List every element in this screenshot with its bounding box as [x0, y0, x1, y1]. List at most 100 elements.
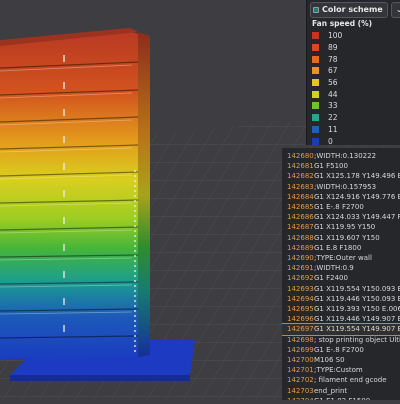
legend-row: 11: [312, 124, 342, 136]
gcode-line-text: ;TYPE:Custom: [314, 366, 363, 375]
gcode-line[interactable]: 142700 M106 S0: [282, 355, 400, 365]
gcode-line-number: 142696: [287, 315, 314, 324]
object-base-side: [10, 375, 190, 381]
legend-title: Color scheme: [322, 5, 383, 14]
gcode-line-text: ;WIDTH:0.157953: [314, 182, 377, 191]
gcode-line[interactable]: 142698; stop printing object Ultimu: [282, 335, 400, 345]
gcode-line[interactable]: 142703 end_print: [282, 386, 400, 396]
gcode-line[interactable]: 142701 ;TYPE:Custom: [282, 365, 400, 375]
gcode-line[interactable]: 142702; filament end gcode: [282, 375, 400, 385]
legend-label: 33: [328, 101, 338, 111]
gcode-line[interactable]: 142691 ;WIDTH:0.9: [282, 263, 400, 273]
gcode-line-number: 142682: [287, 172, 314, 181]
gcode-line-number: 142691: [287, 264, 314, 273]
gcode-line-text: ;WIDTH:0.130222: [314, 152, 377, 160]
gcode-line[interactable]: 142693G1 X119.554 Y150.093 E.00: [282, 284, 400, 294]
gcode-line[interactable]: 142694G1 X119.446 Y150.093 E.00: [282, 294, 400, 304]
legend-swatch: [312, 125, 319, 133]
gcode-line-text: G1 X119.95 Y150: [314, 223, 376, 232]
gcode-line-text: G1 X124.033 Y149.447 F12: [314, 213, 400, 222]
gcode-line-text: ;TYPE:Outer wall: [314, 254, 372, 262]
legend-swatch: [312, 32, 319, 40]
gcode-line-number: 142686: [287, 213, 314, 222]
gcode-line[interactable]: 142695G1 X119.393 Y150 E.00687: [282, 304, 400, 314]
legend-row: 0: [312, 135, 342, 147]
gcode-line[interactable]: 142681 G1 F5100: [282, 161, 400, 171]
legend-row: 89: [312, 42, 342, 54]
gcode-line-text: end_print: [314, 386, 348, 395]
gcode-line[interactable]: 142689 G1 E.8 F1800: [282, 243, 400, 253]
gcode-line-text: G1 E.8 F1800: [314, 243, 362, 252]
checkbox-icon: [313, 6, 319, 13]
legend-swatch: [312, 55, 319, 63]
gcode-line[interactable]: 142684G1 X124.916 Y149.776 E.00: [282, 192, 400, 202]
gcode-line[interactable]: 142696G1 X119.446 Y149.907 E.00: [282, 314, 400, 324]
legend-label: 78: [328, 54, 338, 64]
gcode-line-number: 142681: [287, 162, 314, 171]
gcode-line[interactable]: 142690 ;TYPE:Outer wall: [282, 253, 400, 263]
gcode-line-number: 142685: [287, 203, 314, 211]
legend-swatch: [312, 79, 319, 87]
legend-header: Color scheme ⌄: [307, 0, 400, 19]
legend-label: 100: [328, 31, 343, 41]
legend-swatch: [312, 90, 319, 98]
gcode-line-text: ; stop printing object Ultimu: [314, 335, 400, 344]
legend-row: 56: [312, 77, 342, 89]
gcode-line-text: G1 X124.916 Y149.776 E.00: [314, 192, 400, 201]
legend-subtitle: Fan speed (%): [312, 19, 373, 28]
gcode-line-text: G1 X119.446 Y149.907 E.00: [314, 315, 400, 324]
gcode-line[interactable]: 142683 ;WIDTH:0.157953: [282, 182, 400, 192]
gcode-line-number: 142688: [287, 233, 314, 242]
gcode-line-number: 142684: [287, 192, 314, 201]
gcode-line-text: G1 X125.178 Y149.496 E.00: [314, 172, 400, 181]
gcode-line-text: G1 F5100: [314, 162, 348, 171]
gcode-line-number: 142689: [287, 243, 314, 252]
gcode-line[interactable]: 142680 ;WIDTH:0.130222: [282, 151, 400, 161]
color-scheme-toggle[interactable]: Color scheme: [310, 1, 388, 18]
view-type-dropdown[interactable]: ⌄: [390, 1, 400, 18]
legend-label: 22: [328, 113, 338, 123]
color-scheme-panel: Color scheme ⌄ Fan speed (%) 100 89 78 67 56…: [306, 0, 400, 147]
gcode-line[interactable]: 142704G1 E1.02 F1500: [282, 396, 400, 400]
gcode-line-number: 142694: [287, 294, 314, 303]
gcode-line-number: 142693: [287, 284, 314, 293]
gcode-viewer-panel[interactable]: 142680 ;WIDTH:0.130222 142681 G1 F5100 14268…: [282, 148, 400, 400]
legend-label: 67: [328, 66, 338, 76]
legend-row: 33: [312, 100, 342, 112]
legend-swatch: [312, 114, 319, 122]
legend-label: 56: [328, 78, 338, 88]
legend-row: 22: [312, 112, 342, 124]
legend-label: 11: [328, 124, 338, 134]
gcode-line-number: 142683: [287, 182, 314, 191]
gcode-line[interactable]: 142688 G1 X119.607 Y150: [282, 233, 400, 243]
gcode-line-number: 142695: [287, 305, 314, 313]
gcode-current-line[interactable]: 142697G1 X119.554 Y149.907 E.00: [282, 323, 400, 336]
gcode-line-number: 142698: [287, 335, 314, 344]
gcode-line-number: 142697: [287, 325, 314, 334]
gcode-line[interactable]: 142682G1 X125.178 Y149.496 E.00: [282, 171, 400, 181]
gcode-line-text: G1 X119.607 Y150: [314, 233, 380, 242]
chevron-down-icon: ⌄: [395, 5, 400, 14]
legend-swatch: [312, 137, 319, 145]
legend-items: 100 89 78 67 56 44 33 22 11 0: [312, 30, 342, 147]
legend-row: 67: [312, 65, 342, 77]
gcode-line[interactable]: 142692 G1 F2400: [282, 273, 400, 283]
legend-label: 89: [328, 43, 338, 53]
gcode-line-text: G1 E-.8 F2700: [314, 203, 364, 211]
gcode-line-number: 142703: [287, 386, 314, 395]
gcode-line-number: 142690: [287, 254, 314, 262]
gcode-line-number: 142701: [287, 366, 314, 375]
gcode-line-text: G1 X119.446 Y150.093 E.00: [314, 294, 400, 303]
gcode-line[interactable]: 142686G1 X124.033 Y149.447 F12: [282, 212, 400, 222]
legend-label: 0: [328, 136, 333, 146]
legend-label: 44: [328, 89, 338, 99]
gcode-line[interactable]: 142685 G1 E-.8 F2700: [282, 202, 400, 212]
gcode-line-number: 142687: [287, 223, 314, 232]
legend-row: 78: [312, 53, 342, 65]
gcode-line-number: 142692: [287, 274, 314, 283]
gcode-line[interactable]: 142699 G1 E-.8 F2700: [282, 345, 400, 355]
gcode-line-number: 142699: [287, 345, 314, 354]
gcode-line-text: G1 E1.02 F1500: [314, 396, 370, 400]
gcode-line[interactable]: 142687 G1 X119.95 Y150: [282, 222, 400, 232]
gcode-line-text: M106 S0: [314, 356, 345, 364]
